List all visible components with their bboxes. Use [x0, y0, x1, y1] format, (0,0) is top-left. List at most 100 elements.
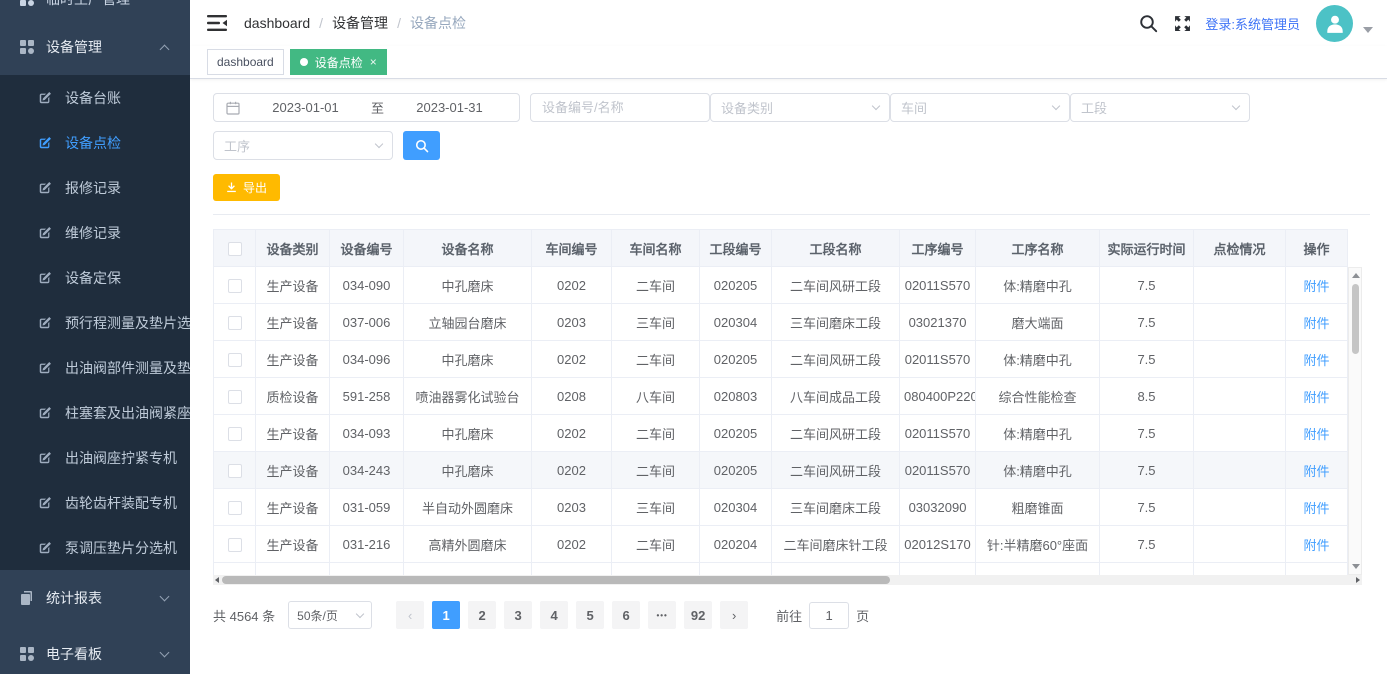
row-select-cell — [214, 526, 256, 563]
sidebar-subitem[interactable]: 齿轮齿杆装配专机 — [0, 480, 190, 525]
page-number-button[interactable]: 92 — [684, 601, 712, 629]
scroll-right-arrow-icon[interactable] — [1356, 577, 1360, 583]
breadcrumb-item[interactable]: 设备管理 — [332, 13, 388, 33]
page-ellipsis-button[interactable]: ••• — [648, 601, 676, 629]
attachment-link[interactable]: 附件 — [1303, 464, 1329, 479]
row-checkbox[interactable] — [228, 316, 242, 330]
sidebar-subitem-label: 预行程测量及垫片选配 — [65, 313, 190, 333]
table-cell: 7.5 — [1100, 526, 1194, 563]
page-number-button[interactable]: 1 — [432, 601, 460, 629]
sidebar-item-e-board[interactable]: 电子看板 — [0, 626, 190, 674]
page-number-button[interactable]: 2 — [468, 601, 496, 629]
select-all-checkbox[interactable] — [228, 242, 242, 256]
attachment-link[interactable]: 附件 — [1303, 279, 1329, 294]
column-header: 车间名称 — [612, 230, 700, 267]
action-cell: 附件 — [1286, 415, 1348, 452]
chevron-down-icon[interactable] — [1363, 27, 1373, 33]
sidebar-subitem[interactable]: 泵调压垫片分选机 — [0, 525, 190, 570]
page-number-button[interactable]: 5 — [576, 601, 604, 629]
page-size-select[interactable]: 50条/页 — [288, 601, 372, 629]
table-cell: 020205 — [700, 341, 772, 378]
hamburger-icon[interactable] — [207, 14, 227, 32]
search-icon[interactable] — [1139, 14, 1158, 33]
attachment-link[interactable]: 附件 — [1303, 427, 1329, 442]
view-tag[interactable]: 设备点检× — [290, 49, 387, 75]
goto-prefix-label: 前往 — [776, 606, 802, 625]
attachment-link[interactable]: 附件 — [1303, 538, 1329, 553]
filter-select[interactable]: 设备类别 — [710, 93, 890, 122]
date-start-value[interactable]: 2023-01-01 — [244, 100, 367, 115]
row-checkbox[interactable] — [228, 427, 242, 441]
sidebar-subitem[interactable]: 维修记录 — [0, 210, 190, 255]
sidebar-subitem[interactable]: 报修记录 — [0, 165, 190, 210]
filter-select[interactable]: 车间 — [890, 93, 1070, 122]
table-cell: 031-216 — [330, 526, 404, 563]
table-cell: 034-096 — [330, 341, 404, 378]
filter-select[interactable]: 工段 — [1070, 93, 1250, 122]
sidebar-subitem[interactable]: 出油阀部件测量及垫片 — [0, 345, 190, 390]
row-checkbox[interactable] — [228, 353, 242, 367]
scroll-left-arrow-icon[interactable] — [215, 577, 219, 583]
attachment-link[interactable]: 附件 — [1303, 501, 1329, 516]
table-cell: 7.5 — [1100, 267, 1194, 304]
sidebar-subitem[interactable]: 出油阀座拧紧专机 — [0, 435, 190, 480]
action-cell: 附件 — [1286, 304, 1348, 341]
avatar[interactable] — [1316, 5, 1353, 42]
sidebar-subitem-label: 设备台账 — [65, 88, 121, 108]
breadcrumb-item[interactable]: dashboard — [244, 15, 310, 31]
sidebar-subitem[interactable]: 设备定保 — [0, 255, 190, 300]
process-select[interactable]: 工序 — [213, 131, 393, 160]
fullscreen-icon[interactable] — [1174, 15, 1191, 32]
select-placeholder: 设备类别 — [721, 98, 773, 117]
sidebar-subitem[interactable]: 预行程测量及垫片选配 — [0, 300, 190, 345]
sidebar-subitem[interactable]: 设备点检 — [0, 120, 190, 165]
horizontal-scroll-thumb[interactable] — [222, 576, 890, 584]
app-root: 临时生产管理 设备管理 设备台账设备点检报修记录维修记录设备定保预行程测量及垫片… — [0, 0, 1387, 674]
view-tag[interactable]: dashboard — [207, 49, 284, 75]
scroll-down-arrow-icon[interactable] — [1352, 564, 1360, 569]
row-select-cell — [214, 452, 256, 489]
row-checkbox[interactable] — [228, 538, 242, 552]
prev-page-button[interactable]: ‹ — [396, 601, 424, 629]
sidebar-item-device-management[interactable]: 设备管理 — [0, 19, 190, 75]
chevron-down-icon — [1052, 102, 1060, 110]
sidebar-item-temp-production[interactable]: 临时生产管理 — [0, 0, 190, 10]
goto-page-input[interactable] — [809, 602, 849, 629]
device-search-input[interactable] — [530, 93, 710, 122]
export-button[interactable]: 导出 — [213, 174, 280, 201]
vertical-scroll-thumb[interactable] — [1352, 284, 1359, 354]
row-checkbox[interactable] — [228, 501, 242, 515]
scroll-up-arrow-icon[interactable] — [1352, 273, 1360, 278]
row-checkbox[interactable] — [228, 279, 242, 293]
sidebar-subitem[interactable]: 柱塞套及出油阀紧座预 — [0, 390, 190, 435]
sidebar-subitem[interactable]: 设备台账 — [0, 75, 190, 120]
page-number-button[interactable]: 3 — [504, 601, 532, 629]
date-range-picker[interactable]: 2023-01-01 至 2023-01-31 — [213, 93, 520, 122]
search-button[interactable] — [403, 131, 440, 160]
filter-row-1: 2023-01-01 至 2023-01-31 设备类别 车间工段 — [213, 93, 1370, 122]
login-status-label[interactable]: 登录:系统管理员 — [1205, 14, 1300, 33]
attachment-link[interactable]: 附件 — [1303, 316, 1329, 331]
attachment-link[interactable]: 附件 — [1303, 390, 1329, 405]
report-icon — [20, 591, 34, 605]
attachment-link[interactable]: 附件 — [1303, 353, 1329, 368]
edit-icon — [38, 361, 52, 375]
horizontal-scrollbar[interactable] — [213, 575, 1362, 585]
page-size-value: 50条/页 — [297, 607, 338, 624]
sidebar-item-stats-report[interactable]: 统计报表 — [0, 570, 190, 626]
table-cell: 综合性能检查 — [976, 378, 1100, 415]
table-cell: 生产设备 — [256, 304, 330, 341]
page-number-button[interactable]: 4 — [540, 601, 568, 629]
row-checkbox[interactable] — [228, 464, 242, 478]
table-cell — [1194, 267, 1286, 304]
row-checkbox[interactable] — [228, 390, 242, 404]
table-cell: 体:精磨中孔 — [976, 415, 1100, 452]
vertical-scrollbar[interactable] — [1348, 267, 1362, 575]
table-cell: 三车间 — [612, 489, 700, 526]
next-page-button[interactable]: › — [720, 601, 748, 629]
action-cell: 附件 — [1286, 526, 1348, 563]
date-end-value[interactable]: 2023-01-31 — [388, 100, 511, 115]
page-number-button[interactable]: 6 — [612, 601, 640, 629]
table-cell: 三车间 — [612, 304, 700, 341]
close-icon[interactable]: × — [370, 56, 377, 68]
